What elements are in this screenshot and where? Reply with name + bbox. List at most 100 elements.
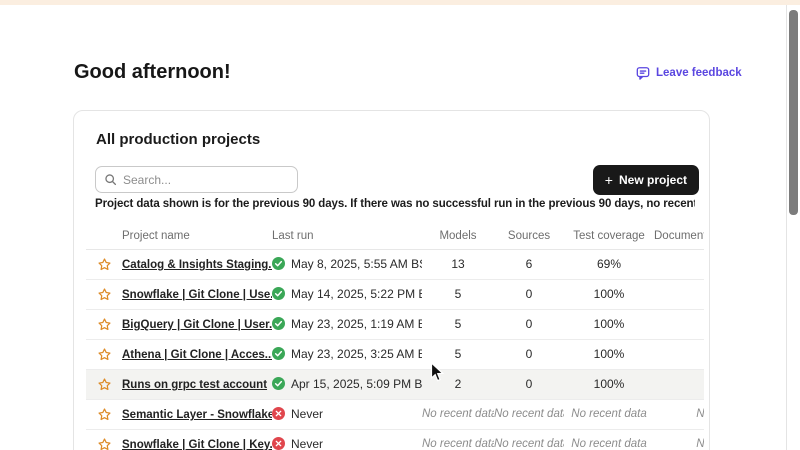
project-row[interactable]: Catalog & Insights Staging... May 8, 2025…: [86, 249, 704, 279]
project-table-body: Catalog & Insights Staging... May 8, 2025…: [86, 249, 704, 450]
project-name-cell: Snowflake | Git Clone | Use...: [122, 279, 272, 309]
leave-feedback-link[interactable]: Leave feedback: [636, 66, 742, 80]
last-run-cell: Apr 15, 2025, 5:09 PM BS: [272, 369, 422, 399]
project-name-cell: Runs on grpc test account: [122, 369, 272, 399]
panel-title: All production projects: [96, 131, 260, 148]
success-check-icon: [272, 257, 285, 270]
sources-cell: 0: [494, 279, 564, 309]
sources-cell: No recent data: [494, 399, 564, 429]
last-run-value: Never: [291, 407, 323, 421]
test-coverage-cell: 69%: [564, 249, 654, 279]
project-row[interactable]: Snowflake | Git Clone | Use... May 14, 20…: [86, 279, 704, 309]
star-cell: [86, 369, 122, 399]
star-cell: [86, 279, 122, 309]
column-header-documentation-coverage: Documentation coverage: [654, 223, 704, 249]
models-cell: 2: [422, 369, 494, 399]
test-coverage-cell: 100%: [564, 339, 654, 369]
star-icon[interactable]: [97, 317, 112, 332]
project-link[interactable]: Runs on grpc test account: [122, 379, 267, 391]
success-check-icon: [272, 347, 285, 360]
new-project-label: New project: [619, 173, 687, 187]
project-row[interactable]: Semantic Layer - Snowflake Never No recent…: [86, 399, 704, 429]
project-link[interactable]: Catalog & Insights Staging...: [122, 259, 272, 271]
star-cell: [86, 339, 122, 369]
success-check-icon: [272, 287, 285, 300]
project-search[interactable]: [95, 166, 298, 193]
search-input[interactable]: [123, 173, 289, 187]
sources-cell: No recent data: [494, 429, 564, 450]
success-check-icon: [272, 317, 285, 330]
column-header-project-name: Project name: [122, 223, 272, 249]
star-icon[interactable]: [97, 437, 112, 450]
project-link[interactable]: Snowflake | Git Clone | Use...: [122, 289, 272, 301]
doc-coverage-cell: No recent data: [654, 399, 704, 429]
leave-feedback-label: Leave feedback: [656, 67, 742, 79]
project-row[interactable]: Snowflake | Git Clone | Key... Never No re…: [86, 429, 704, 450]
last-run-cell: Never: [272, 399, 422, 429]
column-header-test-coverage: Test coverage: [564, 223, 654, 249]
sources-cell: 0: [494, 339, 564, 369]
project-link[interactable]: BigQuery | Git Clone | User...: [122, 319, 272, 331]
last-run-value: Never: [291, 437, 323, 450]
last-run-cell: May 23, 2025, 3:25 AM B: [272, 339, 422, 369]
models-cell: 5: [422, 339, 494, 369]
star-column-header: [86, 223, 122, 249]
projects-panel: All production projects + New project Pr…: [73, 110, 710, 450]
project-name-cell: Catalog & Insights Staging...: [122, 249, 272, 279]
star-cell: [86, 429, 122, 450]
error-x-icon: [272, 437, 285, 450]
new-project-button[interactable]: + New project: [593, 165, 699, 195]
column-header-last-run: Last run: [272, 223, 422, 249]
last-run-cell: May 8, 2025, 5:55 AM BS: [272, 249, 422, 279]
project-name-cell: Semantic Layer - Snowflake: [122, 399, 272, 429]
models-cell: No recent data: [422, 429, 494, 450]
test-coverage-cell: No recent data: [564, 429, 654, 450]
test-coverage-cell: No recent data: [564, 399, 654, 429]
project-link[interactable]: Athena | Git Clone | Acces...: [122, 349, 272, 361]
doc-coverage-cell: [654, 309, 704, 339]
doc-coverage-cell: [654, 279, 704, 309]
scrollbar-track[interactable]: [786, 5, 800, 450]
star-cell: [86, 249, 122, 279]
project-row[interactable]: BigQuery | Git Clone | User... May 23, 20…: [86, 309, 704, 339]
top-accent-bar: [0, 0, 800, 5]
last-run-cell: May 23, 2025, 1:19 AM BS: [272, 309, 422, 339]
last-run-value: Apr 15, 2025, 5:09 PM BS: [291, 377, 422, 391]
star-icon[interactable]: [97, 347, 112, 362]
scrollbar-thumb[interactable]: [789, 10, 798, 215]
projects-table: Project name Last run Models Sources Tes…: [86, 223, 704, 450]
star-cell: [86, 399, 122, 429]
greeting-heading: Good afternoon!: [74, 61, 231, 84]
project-name-cell: Athena | Git Clone | Acces...: [122, 339, 272, 369]
last-run-value: May 14, 2025, 5:22 PM BS: [291, 287, 422, 301]
projects-table-container: Project name Last run Models Sources Tes…: [86, 223, 704, 450]
column-header-models: Models: [422, 223, 494, 249]
success-check-icon: [272, 377, 285, 390]
data-window-notice: Project data shown is for the previous 9…: [95, 198, 695, 210]
project-row[interactable]: Runs on grpc test account Apr 15, 2025, 5…: [86, 369, 704, 399]
project-row[interactable]: Athena | Git Clone | Acces...May 23, 202…: [86, 339, 704, 369]
star-icon[interactable]: [97, 407, 112, 422]
models-cell: 5: [422, 279, 494, 309]
star-cell: [86, 309, 122, 339]
models-cell: No recent data: [422, 399, 494, 429]
column-header-sources: Sources: [494, 223, 564, 249]
last-run-cell: Never: [272, 429, 422, 450]
search-icon: [104, 173, 117, 186]
sources-cell: 0: [494, 309, 564, 339]
test-coverage-cell: 100%: [564, 369, 654, 399]
project-name-cell: BigQuery | Git Clone | User...: [122, 309, 272, 339]
star-icon[interactable]: [97, 257, 112, 272]
project-link[interactable]: Semantic Layer - Snowflake: [122, 409, 272, 421]
star-icon[interactable]: [97, 377, 112, 392]
last-run-value: May 8, 2025, 5:55 AM BS: [291, 257, 422, 271]
error-x-icon: [272, 407, 285, 420]
last-run-value: May 23, 2025, 1:19 AM BS: [291, 317, 422, 331]
models-cell: 5: [422, 309, 494, 339]
project-link[interactable]: Snowflake | Git Clone | Key...: [122, 439, 272, 450]
feedback-bubble-icon: [636, 66, 650, 80]
star-icon[interactable]: [97, 287, 112, 302]
last-run-cell: May 14, 2025, 5:22 PM BS: [272, 279, 422, 309]
sources-cell: 6: [494, 249, 564, 279]
sources-cell: 0: [494, 369, 564, 399]
